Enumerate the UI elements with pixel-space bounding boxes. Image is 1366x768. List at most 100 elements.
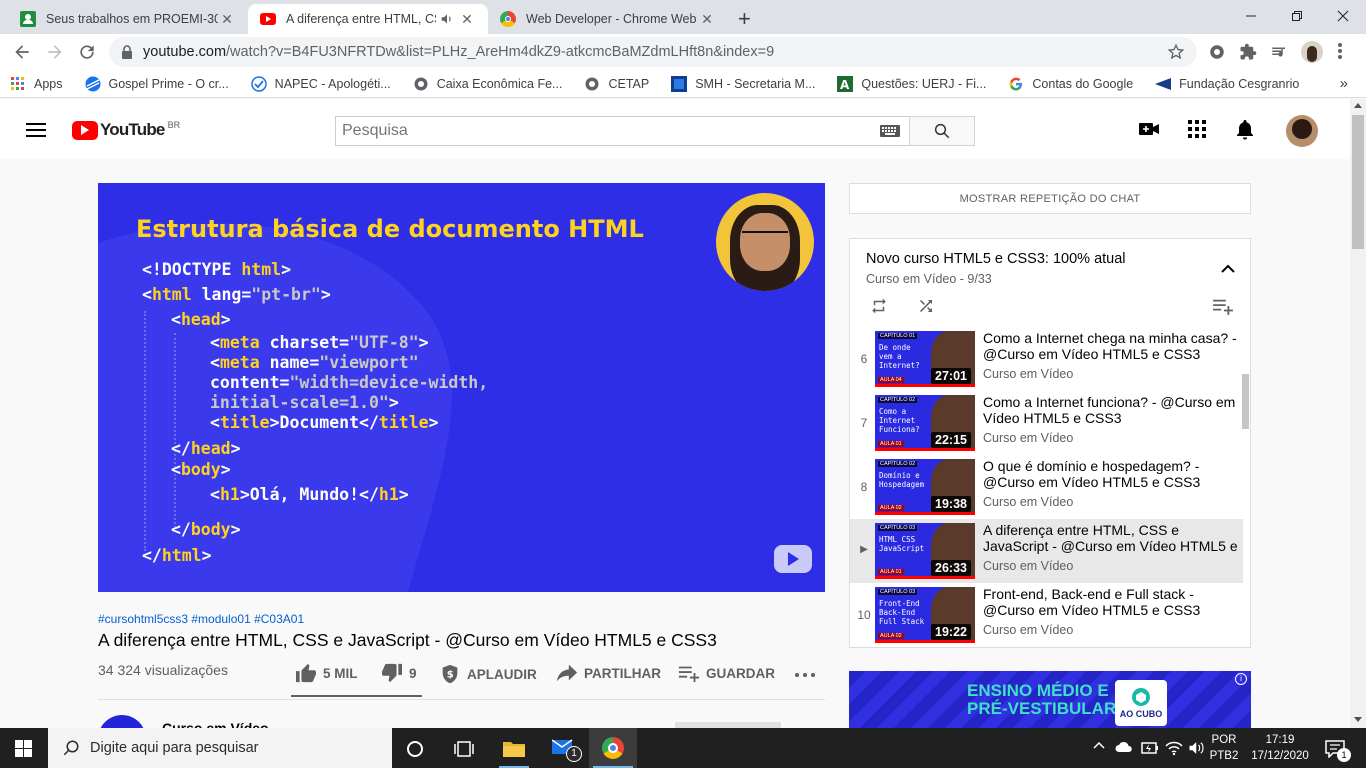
- taskbar-search-input[interactable]: Digite aqui para pesquisar: [48, 728, 392, 768]
- hamburger-menu-icon[interactable]: [26, 123, 46, 137]
- code-token: "pt-br": [251, 285, 321, 304]
- page-scrollbar[interactable]: [1350, 99, 1366, 729]
- advertisement-banner[interactable]: ENSINO MÉDIO E PRÉ-VESTIBULAR AO CUBO i: [849, 671, 1251, 731]
- bookmark-cesgranrio[interactable]: Fundação Cesgranrio: [1155, 76, 1299, 92]
- minimize-icon[interactable]: [1228, 0, 1274, 32]
- youtube-logo[interactable]: YouTube BR: [72, 120, 180, 140]
- media-queue-icon[interactable]: [1270, 43, 1288, 61]
- like-ratio-bar: [291, 695, 422, 697]
- bookmark-smh[interactable]: SMH - Secretaria M...: [671, 75, 815, 92]
- page-scrollbar-thumb[interactable]: [1352, 115, 1364, 249]
- close-tab-icon[interactable]: ✕: [698, 11, 716, 28]
- restore-icon[interactable]: [1274, 0, 1320, 32]
- playlist-item-title[interactable]: A diferença entre HTML, CSS e JavaScript…: [983, 522, 1238, 555]
- dislike-button[interactable]: 9: [381, 663, 417, 683]
- menu-kebab-icon[interactable]: [1338, 42, 1342, 60]
- playlist-item-title[interactable]: Front-end, Back-end e Full stack - @Curs…: [983, 586, 1238, 618]
- wifi-icon[interactable]: [1165, 740, 1183, 756]
- chrome-taskbar-button[interactable]: [589, 728, 637, 768]
- tray-chevron-up-icon[interactable]: [1093, 741, 1105, 749]
- ad-info-icon[interactable]: i: [1235, 673, 1247, 685]
- bookmark-star-icon[interactable]: [1167, 43, 1185, 61]
- like-button[interactable]: 5 MIL: [295, 663, 358, 683]
- playlist-item-thumbnail[interactable]: CAPÍTULO 03 Front-End Back-End Full Stack…: [875, 587, 975, 643]
- forward-arrow-icon[interactable]: [45, 42, 65, 62]
- playlist-item-title[interactable]: Como a Internet funciona? - @Curso em Ví…: [983, 394, 1238, 426]
- code-token: title: [378, 413, 429, 432]
- bookmark-napec[interactable]: NAPEC - Apologéti...: [250, 75, 391, 92]
- account-avatar[interactable]: [1286, 115, 1318, 147]
- file-explorer-icon[interactable]: [503, 739, 525, 757]
- apps-icon[interactable]: [1188, 120, 1206, 138]
- back-arrow-icon[interactable]: [12, 42, 32, 62]
- show-chat-replay-button[interactable]: MOSTRAR REPETIÇÃO DO CHAT: [849, 183, 1251, 214]
- playlist-item[interactable]: 10 CAPÍTULO 03 Front-End Back-End Full Sta…: [850, 583, 1243, 647]
- bookmark-questoes[interactable]: A Questões: UERJ - Fi...: [837, 75, 986, 92]
- hashtags[interactable]: #cursohtml5css3 #modulo01 #C03A01: [98, 612, 304, 626]
- new-tab-button[interactable]: +: [738, 6, 751, 32]
- save-button[interactable]: GUARDAR: [678, 663, 775, 683]
- share-button[interactable]: PARTILHAR: [556, 663, 661, 683]
- clock[interactable]: 17:19 17/12/2020: [1248, 732, 1312, 764]
- bookmark-apps[interactable]: Apps: [10, 76, 63, 92]
- reload-icon[interactable]: [77, 42, 97, 62]
- playlist-item[interactable]: 6 CAPÍTULO 01 De onde vem a Internet? AULA …: [850, 327, 1243, 391]
- playlist-item-title[interactable]: O que é domínio e hospedagem? - @Curso e…: [983, 458, 1238, 490]
- extensions-puzzle-icon[interactable]: [1239, 43, 1257, 61]
- playlist-item-current[interactable]: ▶ CAPÍTULO 03 HTML CSS JavaScript AULA 01 26…: [850, 519, 1243, 583]
- notifications-bell-icon[interactable]: [1236, 119, 1254, 140]
- bookmark-gospel-prime[interactable]: Gospel Prime - O cr...: [85, 76, 229, 92]
- speaker-icon[interactable]: [440, 12, 454, 26]
- code-token: >: [230, 439, 241, 458]
- close-tab-icon[interactable]: ✕: [458, 11, 476, 28]
- close-window-icon[interactable]: [1320, 0, 1366, 32]
- windows-start-icon[interactable]: [15, 740, 32, 757]
- scroll-down-icon[interactable]: [1354, 717, 1362, 722]
- playlist-item-thumbnail[interactable]: CAPÍTULO 03 HTML CSS JavaScript AULA 01 26:…: [875, 523, 975, 579]
- tab-classroom[interactable]: Seus trabalhos em PROEMI-3001 ✕: [8, 4, 248, 34]
- playlist-item-thumbnail[interactable]: CAPÍTULO 01 De onde vem a Internet? AULA 0…: [875, 331, 975, 387]
- onedrive-cloud-icon[interactable]: [1115, 740, 1133, 754]
- loop-icon[interactable]: [870, 297, 888, 315]
- bookmark-cetap[interactable]: CETAP: [584, 76, 649, 92]
- code-token: <: [210, 485, 220, 504]
- bookmark-caixa[interactable]: Caixa Econômica Fe...: [413, 76, 562, 92]
- search-input[interactable]: Pesquisa: [335, 116, 910, 146]
- playlist-item-title[interactable]: Como a Internet chega na minha casa? - @…: [983, 330, 1238, 362]
- thumb-chapter: CAPÍTULO 02: [878, 461, 918, 467]
- playlist-item[interactable]: 7 CAPÍTULO 02 Como a Internet Funciona? AUL…: [850, 391, 1243, 455]
- battery-plug-icon[interactable]: [1141, 741, 1159, 755]
- search-button[interactable]: [909, 116, 975, 146]
- cortana-icon[interactable]: [406, 740, 424, 758]
- keyboard-icon[interactable]: [880, 125, 900, 137]
- task-view-icon[interactable]: [454, 740, 474, 758]
- thumbs-down-icon: [381, 663, 409, 683]
- code-line: <meta name="viewport": [210, 353, 419, 373]
- lock-icon[interactable]: [121, 45, 133, 59]
- shuffle-icon[interactable]: [917, 297, 935, 315]
- code-line: <meta charset="UTF-8">: [210, 333, 429, 353]
- playlist-save-icon[interactable]: [1212, 297, 1234, 315]
- applaud-button[interactable]: $ APLAUDIR: [439, 663, 537, 685]
- tab-web-store[interactable]: Web Developer - Chrome Web St ✕: [488, 4, 728, 34]
- code-token: h1: [219, 485, 240, 504]
- more-actions-icon[interactable]: [795, 673, 815, 677]
- close-tab-icon[interactable]: ✕: [218, 11, 236, 28]
- address-bar[interactable]: youtube.com/watch?v=B4FU3NFRTDw&list=PLH…: [109, 37, 1197, 67]
- create-video-icon[interactable]: [1139, 121, 1159, 137]
- scroll-up-icon[interactable]: [1354, 103, 1362, 108]
- keyboard-language[interactable]: POR PTB2: [1209, 732, 1239, 764]
- volume-icon[interactable]: [1188, 740, 1206, 756]
- collapse-chevron-icon[interactable]: [1221, 264, 1235, 274]
- bookmarks-overflow[interactable]: »: [1340, 75, 1348, 92]
- playlist-item-thumbnail[interactable]: CAPÍTULO 02 Como a Internet Funciona? AULA…: [875, 395, 975, 451]
- playlist-item-thumbnail[interactable]: CAPÍTULO 02 Domínio e Hospedagem AULA 02 19…: [875, 459, 975, 515]
- playlist-title[interactable]: Novo curso HTML5 e CSS3: 100% atual: [866, 251, 1126, 267]
- playlist-item[interactable]: 8 CAPÍTULO 02 Domínio e Hospedagem AULA 02 1…: [850, 455, 1243, 519]
- playlist-scrollbar-thumb[interactable]: [1242, 374, 1249, 429]
- bookmark-google[interactable]: Contas do Google: [1008, 76, 1133, 92]
- profile-avatar[interactable]: [1301, 41, 1323, 63]
- extension-globe-icon[interactable]: [1208, 43, 1226, 61]
- tab-youtube[interactable]: A diferença entre HTML, CSS ✕: [248, 4, 488, 34]
- playlist-item-index: ▶: [860, 544, 868, 555]
